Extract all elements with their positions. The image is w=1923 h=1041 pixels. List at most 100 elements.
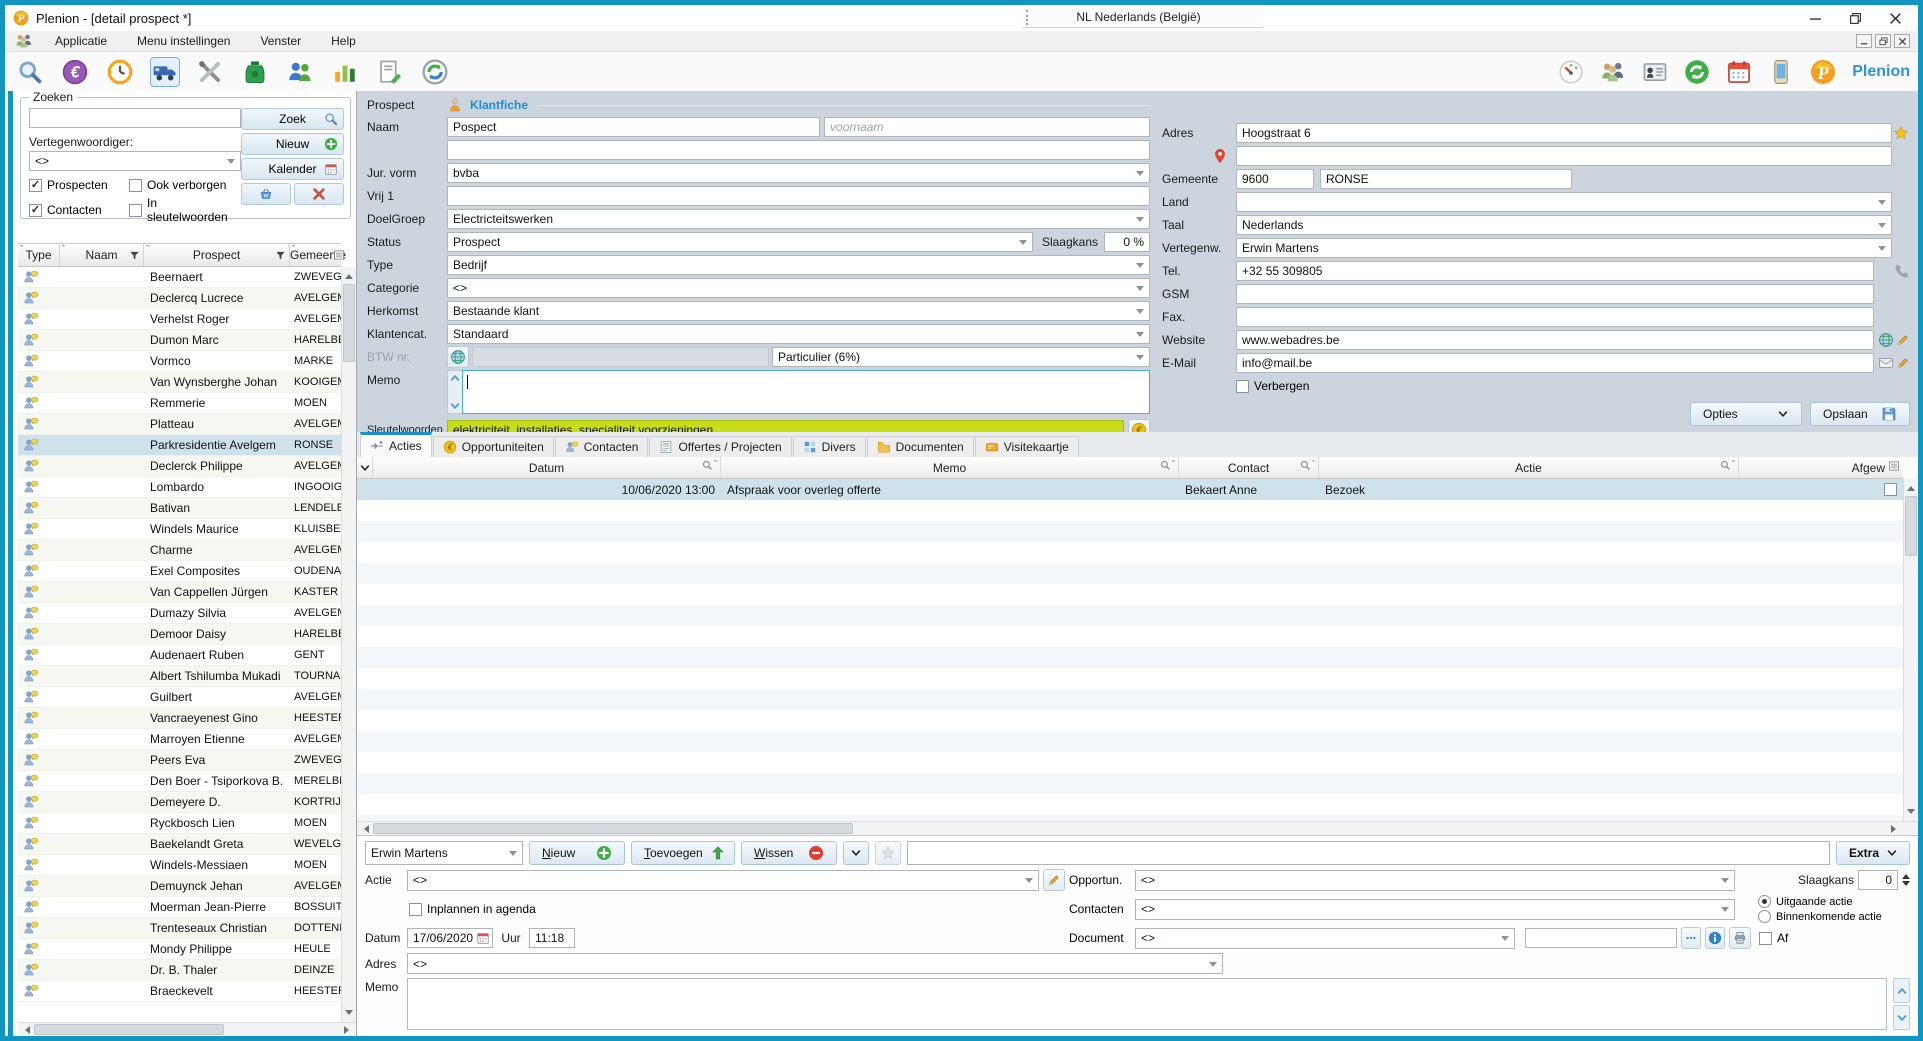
- memo-collapse-icon[interactable]: [449, 372, 461, 384]
- toolbar-team-button[interactable]: [1598, 57, 1628, 87]
- edit-website-icon[interactable]: [1896, 333, 1910, 347]
- grid-column-datum[interactable]: Datumˆ: [373, 457, 721, 478]
- search-input[interactable]: [29, 108, 241, 128]
- prospect-row[interactable]: Audenaert RubenGENT: [18, 645, 356, 666]
- toolbar-tools-button[interactable]: [195, 57, 225, 87]
- slaagkans-input[interactable]: 0 %: [1104, 232, 1150, 252]
- grid-column-memo[interactable]: Memoˆ: [721, 457, 1179, 478]
- menu-help[interactable]: Help: [331, 34, 356, 48]
- scroll-right-arrow[interactable]: [341, 1023, 356, 1036]
- prospect-row[interactable]: Van Wynsberghe JohanKOOIGEM: [18, 372, 356, 393]
- tab-visitekaartje[interactable]: Visitekaartje: [975, 436, 1079, 457]
- naam-filter-icon[interactable]: [129, 250, 140, 261]
- action-slaagkans-input[interactable]: 0: [1858, 870, 1898, 890]
- tel-input[interactable]: +32 55 309805: [1236, 261, 1874, 281]
- tab-acties[interactable]: Acties: [360, 432, 432, 457]
- restore-button[interactable]: [1848, 11, 1862, 25]
- uur-input[interactable]: 11:18: [529, 928, 575, 948]
- contacten-checkbox[interactable]: Contacten: [29, 196, 125, 224]
- extra-button[interactable]: Extra: [1836, 841, 1910, 865]
- clear-filter-button[interactable]: [294, 183, 344, 205]
- uitgaande-radio[interactable]: Uitgaande actie: [1758, 895, 1910, 908]
- prospect-row[interactable]: Den Boer - Tsiporkova B.MERELBEKE: [18, 771, 356, 792]
- actie-search-icon[interactable]: [1720, 460, 1731, 471]
- prospect-row[interactable]: Windels MauriceKLUISBERGEN: [18, 519, 356, 540]
- scroll-left-arrow[interactable]: [18, 1023, 33, 1036]
- document-dropdown[interactable]: <>: [1135, 928, 1515, 949]
- prospect-row[interactable]: Windels-MessiaenMOEN: [18, 855, 356, 876]
- grid-hscrollbar[interactable]: [357, 821, 1918, 835]
- tab-divers[interactable]: Divers: [793, 436, 866, 457]
- prospect-row[interactable]: LombardoINGOOIGEM: [18, 477, 356, 498]
- vrij1-input[interactable]: [447, 186, 1150, 206]
- toolbar-contact-card-button[interactable]: [1640, 57, 1670, 87]
- prospect-filter-icon[interactable]: [275, 250, 286, 261]
- action-row[interactable]: 10/06/2020 13:00Afspraak voor overleg of…: [357, 479, 1903, 500]
- prospect-row[interactable]: PlatteauAVELGEM: [18, 414, 356, 435]
- toolbar-gauge-button[interactable]: [1556, 57, 1586, 87]
- opties-button[interactable]: Opties: [1690, 402, 1802, 426]
- prospect-row[interactable]: BeernaertZWEVEGEM: [18, 267, 356, 288]
- prospect-row[interactable]: BativanLENDELEDE: [18, 498, 356, 519]
- actie-edit-button[interactable]: [1043, 869, 1065, 891]
- prospect-row[interactable]: Exel CompositesOUDENAARDE: [18, 561, 356, 582]
- nieuw-button[interactable]: Nieuw: [241, 133, 344, 155]
- column-header-type[interactable]: ˆType: [18, 244, 60, 266]
- toolbar-flask-button[interactable]: [240, 57, 270, 87]
- action-wissen-button[interactable]: Wissen: [741, 841, 837, 865]
- scroll-thumb[interactable]: [34, 1024, 224, 1035]
- menu-venster[interactable]: Venster: [260, 34, 301, 48]
- prospect-row[interactable]: Dr. B. ThalerDEINZE: [18, 960, 356, 981]
- action-nieuw-button[interactable]: Nieuw: [529, 841, 625, 865]
- print-button[interactable]: [1729, 927, 1751, 949]
- toolbar-phone-button[interactable]: [1766, 57, 1796, 87]
- binnenkomende-radio-button[interactable]: [1758, 910, 1771, 923]
- column-header-gemeente[interactable]: ˆGemeente: [290, 244, 346, 266]
- prospect-row[interactable]: GuilbertAVELGEM: [18, 687, 356, 708]
- prospect-row[interactable]: Demuynck JehanAVELGEM: [18, 876, 356, 897]
- prospecten-checkbox-box[interactable]: [29, 179, 42, 192]
- grid-filter-toggle[interactable]: [357, 457, 373, 478]
- action-contacten-dropdown[interactable]: <>: [1135, 899, 1735, 920]
- afgewerkt-checkbox[interactable]: [1884, 483, 1897, 496]
- menu-app-icon[interactable]: [15, 32, 33, 50]
- action-toevoegen-button[interactable]: Toevoegen: [631, 841, 735, 865]
- prospect-row[interactable]: Mondy PhilippeHEULE: [18, 939, 356, 960]
- mdi-minimize-button[interactable]: [1856, 34, 1872, 48]
- contacten-checkbox-box[interactable]: [29, 204, 42, 217]
- verbergen-checkbox-box[interactable]: [1236, 380, 1249, 393]
- prospect-row[interactable]: RemmerieMOEN: [18, 393, 356, 414]
- tab-contacten[interactable]: Contacten: [555, 436, 649, 457]
- column-chooser-icon[interactable]: [333, 249, 345, 261]
- rep-dropdown[interactable]: <>: [29, 151, 241, 171]
- verbergen-checkbox[interactable]: Verbergen: [1236, 379, 1309, 393]
- toolbar-euro-button[interactable]: €: [60, 57, 90, 87]
- status-dropdown[interactable]: Prospect: [447, 232, 1033, 252]
- af-checkbox[interactable]: Af: [1759, 931, 1788, 945]
- toolbar-refresh-button[interactable]: [1682, 57, 1712, 87]
- afgewerkt-options-icon[interactable]: [1888, 460, 1900, 472]
- prospect-row[interactable]: Baekelandt GretaWEVELGEM: [18, 834, 356, 855]
- ook-verborgen-checkbox[interactable]: Ook verborgen: [129, 178, 241, 192]
- prospect-row[interactable]: Vancraeyenest GinoHEESTERT: [18, 708, 356, 729]
- date-picker-icon[interactable]: [476, 931, 490, 945]
- memo-up-button[interactable]: [1893, 978, 1910, 1003]
- language-bar[interactable]: NL Nederlands (België): [1023, 7, 1263, 28]
- toolbar-truck-button[interactable]: [150, 57, 180, 87]
- prospect-row[interactable]: BraeckeveltHEESTERT: [18, 981, 356, 1002]
- zoek-button[interactable]: Zoek: [241, 108, 344, 130]
- scroll-thumb[interactable]: [373, 823, 853, 834]
- action-memo-textarea[interactable]: [407, 978, 1887, 1030]
- prospect-row[interactable]: Demeyere D.KORTRIJK: [18, 792, 356, 813]
- close-button[interactable]: [1888, 11, 1902, 25]
- prospect-row[interactable]: Peers EvaZWEVEGEM: [18, 750, 356, 771]
- document-extra-input[interactable]: [1525, 928, 1677, 948]
- language-bar-arrows-icon[interactable]: [1245, 11, 1259, 24]
- gemeente-input[interactable]: RONSE: [1320, 169, 1572, 189]
- vertegenw-dropdown[interactable]: Erwin Martens: [1236, 238, 1892, 258]
- datum-search-icon[interactable]: [702, 460, 713, 471]
- memo-expand-strip[interactable]: [447, 370, 462, 414]
- prospect-row[interactable]: Verhelst RogerAVELGEM: [18, 309, 356, 330]
- prospect-row[interactable]: Dumazy SilviaAVELGEM: [18, 603, 356, 624]
- taal-dropdown[interactable]: Nederlands: [1236, 215, 1892, 235]
